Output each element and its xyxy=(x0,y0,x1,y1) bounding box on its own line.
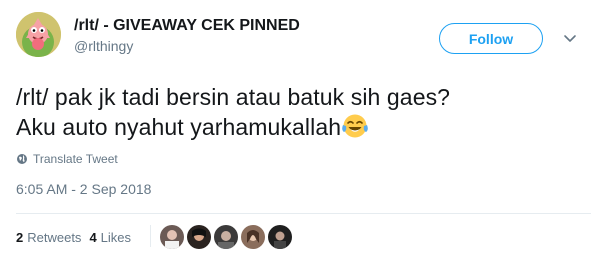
divider xyxy=(16,213,591,214)
translate-tweet-link[interactable]: Translate Tweet xyxy=(16,152,118,166)
likes-label: Likes xyxy=(100,230,132,245)
author-handle[interactable]: @rlthingy xyxy=(74,38,133,54)
liker-avatar-4-image xyxy=(241,225,265,249)
retweets-count: 2 xyxy=(16,230,24,245)
retweets-stat[interactable]: 2 Retweets xyxy=(16,230,81,245)
patrick-star-avatar-icon xyxy=(16,12,61,57)
tweet-text-line-2-text: Aku auto nyahut yarhamukallah xyxy=(16,114,342,140)
globe-icon xyxy=(17,154,27,164)
liker-avatar-2[interactable] xyxy=(186,224,212,250)
liker-avatars xyxy=(159,224,294,250)
tweet-text-line-1: /rlt/ pak jk tadi bersin atau batuk sih … xyxy=(16,84,451,110)
face-with-tears-of-joy-icon xyxy=(342,114,368,138)
likes-count: 4 xyxy=(89,230,97,245)
liker-avatar-5-image xyxy=(268,225,292,249)
liker-avatar-5[interactable] xyxy=(267,224,293,250)
author-avatar[interactable] xyxy=(16,12,61,57)
tweet-stats: 2 Retweets 4 Likes xyxy=(16,230,139,245)
liker-avatar-3[interactable] xyxy=(213,224,239,250)
chevron-down-icon[interactable] xyxy=(562,30,578,46)
tweet-text: /rlt/ pak jk tadi bersin atau batuk sih … xyxy=(16,82,591,142)
stats-separator xyxy=(150,225,151,247)
likes-stat[interactable]: 4 Likes xyxy=(89,230,131,245)
retweets-label: Retweets xyxy=(27,230,82,245)
liker-avatar-2-image xyxy=(187,225,211,249)
liker-avatar-3-image xyxy=(214,225,238,249)
liker-avatar-4[interactable] xyxy=(240,224,266,250)
liker-avatar-1-image xyxy=(160,225,184,249)
liker-avatar-1[interactable] xyxy=(159,224,185,250)
follow-button[interactable]: Follow xyxy=(439,23,543,54)
translate-tweet-label: Translate Tweet xyxy=(33,152,118,166)
tweet-text-line-2: Aku auto nyahut yarhamukallah xyxy=(16,112,591,142)
tweet-timestamp[interactable]: 6:05 AM - 2 Sep 2018 xyxy=(16,181,151,197)
author-display-name[interactable]: /rlt/ - GIVEAWAY CEK PINNED xyxy=(74,17,300,35)
